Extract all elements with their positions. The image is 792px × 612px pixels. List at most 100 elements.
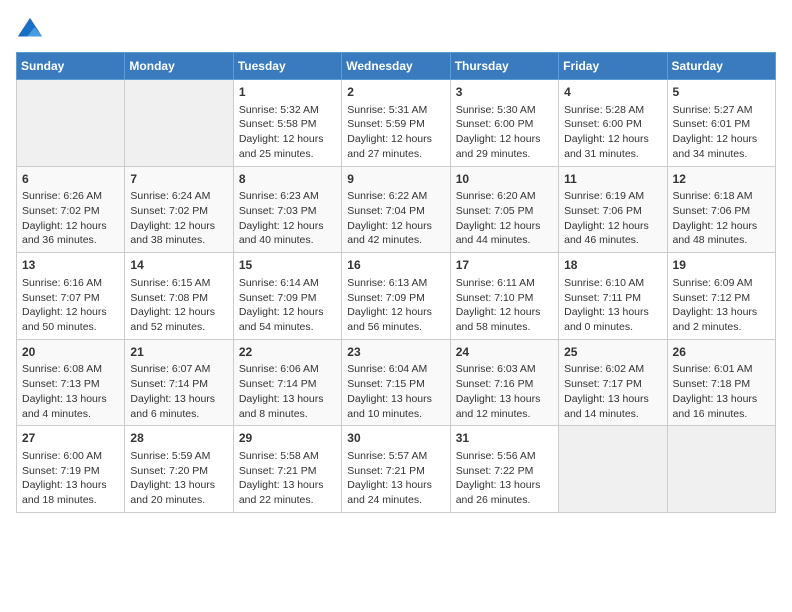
- daylight-text: Daylight: 13 hours and 6 minutes.: [130, 392, 227, 421]
- calendar-row: 6Sunrise: 6:26 AMSunset: 7:02 PMDaylight…: [17, 166, 776, 253]
- header-day: Wednesday: [342, 53, 450, 80]
- sunset-text: Sunset: 7:21 PM: [347, 464, 444, 479]
- sunrise-text: Sunrise: 5:56 AM: [456, 449, 553, 464]
- sunrise-text: Sunrise: 6:23 AM: [239, 189, 336, 204]
- sunrise-text: Sunrise: 6:18 AM: [673, 189, 770, 204]
- daylight-text: Daylight: 13 hours and 2 minutes.: [673, 305, 770, 334]
- calendar-cell: 20Sunrise: 6:08 AMSunset: 7:13 PMDayligh…: [17, 339, 125, 426]
- daylight-text: Daylight: 12 hours and 34 minutes.: [673, 132, 770, 161]
- day-number: 29: [239, 430, 336, 447]
- calendar-cell: 25Sunrise: 6:02 AMSunset: 7:17 PMDayligh…: [559, 339, 667, 426]
- sunset-text: Sunset: 7:09 PM: [347, 291, 444, 306]
- calendar-row: 20Sunrise: 6:08 AMSunset: 7:13 PMDayligh…: [17, 339, 776, 426]
- sunset-text: Sunset: 7:19 PM: [22, 464, 119, 479]
- sunrise-text: Sunrise: 6:22 AM: [347, 189, 444, 204]
- daylight-text: Daylight: 12 hours and 29 minutes.: [456, 132, 553, 161]
- calendar-cell: 13Sunrise: 6:16 AMSunset: 7:07 PMDayligh…: [17, 253, 125, 340]
- sunset-text: Sunset: 7:21 PM: [239, 464, 336, 479]
- calendar-cell: 15Sunrise: 6:14 AMSunset: 7:09 PMDayligh…: [233, 253, 341, 340]
- logo-icon: [16, 16, 44, 44]
- daylight-text: Daylight: 12 hours and 25 minutes.: [239, 132, 336, 161]
- sunset-text: Sunset: 6:00 PM: [564, 117, 661, 132]
- daylight-text: Daylight: 12 hours and 46 minutes.: [564, 219, 661, 248]
- calendar-cell: 27Sunrise: 6:00 AMSunset: 7:19 PMDayligh…: [17, 426, 125, 513]
- sunset-text: Sunset: 7:18 PM: [673, 377, 770, 392]
- daylight-text: Daylight: 13 hours and 4 minutes.: [22, 392, 119, 421]
- sunset-text: Sunset: 7:17 PM: [564, 377, 661, 392]
- sunrise-text: Sunrise: 5:59 AM: [130, 449, 227, 464]
- calendar-cell: 4Sunrise: 5:28 AMSunset: 6:00 PMDaylight…: [559, 80, 667, 167]
- calendar-header: SundayMondayTuesdayWednesdayThursdayFrid…: [17, 53, 776, 80]
- sunrise-text: Sunrise: 5:27 AM: [673, 103, 770, 118]
- sunrise-text: Sunrise: 5:58 AM: [239, 449, 336, 464]
- header-day: Tuesday: [233, 53, 341, 80]
- sunrise-text: Sunrise: 6:11 AM: [456, 276, 553, 291]
- daylight-text: Daylight: 12 hours and 50 minutes.: [22, 305, 119, 334]
- day-number: 4: [564, 84, 661, 101]
- sunset-text: Sunset: 7:20 PM: [130, 464, 227, 479]
- sunrise-text: Sunrise: 6:07 AM: [130, 362, 227, 377]
- sunset-text: Sunset: 7:06 PM: [564, 204, 661, 219]
- day-number: 9: [347, 171, 444, 188]
- day-number: 14: [130, 257, 227, 274]
- day-number: 25: [564, 344, 661, 361]
- sunrise-text: Sunrise: 6:24 AM: [130, 189, 227, 204]
- sunset-text: Sunset: 6:00 PM: [456, 117, 553, 132]
- calendar-cell: 31Sunrise: 5:56 AMSunset: 7:22 PMDayligh…: [450, 426, 558, 513]
- sunset-text: Sunset: 7:11 PM: [564, 291, 661, 306]
- daylight-text: Daylight: 12 hours and 48 minutes.: [673, 219, 770, 248]
- calendar-cell: 30Sunrise: 5:57 AMSunset: 7:21 PMDayligh…: [342, 426, 450, 513]
- sunset-text: Sunset: 7:02 PM: [130, 204, 227, 219]
- calendar-cell: 23Sunrise: 6:04 AMSunset: 7:15 PMDayligh…: [342, 339, 450, 426]
- sunrise-text: Sunrise: 6:08 AM: [22, 362, 119, 377]
- daylight-text: Daylight: 13 hours and 12 minutes.: [456, 392, 553, 421]
- sunset-text: Sunset: 7:14 PM: [239, 377, 336, 392]
- calendar-table: SundayMondayTuesdayWednesdayThursdayFrid…: [16, 52, 776, 513]
- calendar-cell: 22Sunrise: 6:06 AMSunset: 7:14 PMDayligh…: [233, 339, 341, 426]
- daylight-text: Daylight: 13 hours and 20 minutes.: [130, 478, 227, 507]
- day-number: 10: [456, 171, 553, 188]
- calendar-row: 1Sunrise: 5:32 AMSunset: 5:58 PMDaylight…: [17, 80, 776, 167]
- day-number: 5: [673, 84, 770, 101]
- daylight-text: Daylight: 13 hours and 0 minutes.: [564, 305, 661, 334]
- sunrise-text: Sunrise: 6:20 AM: [456, 189, 553, 204]
- day-number: 6: [22, 171, 119, 188]
- day-number: 31: [456, 430, 553, 447]
- calendar-cell: 17Sunrise: 6:11 AMSunset: 7:10 PMDayligh…: [450, 253, 558, 340]
- daylight-text: Daylight: 13 hours and 22 minutes.: [239, 478, 336, 507]
- sunset-text: Sunset: 7:15 PM: [347, 377, 444, 392]
- daylight-text: Daylight: 12 hours and 42 minutes.: [347, 219, 444, 248]
- daylight-text: Daylight: 12 hours and 56 minutes.: [347, 305, 444, 334]
- sunrise-text: Sunrise: 6:09 AM: [673, 276, 770, 291]
- day-number: 7: [130, 171, 227, 188]
- daylight-text: Daylight: 13 hours and 18 minutes.: [22, 478, 119, 507]
- daylight-text: Daylight: 13 hours and 14 minutes.: [564, 392, 661, 421]
- day-number: 12: [673, 171, 770, 188]
- day-number: 27: [22, 430, 119, 447]
- calendar-cell: 11Sunrise: 6:19 AMSunset: 7:06 PMDayligh…: [559, 166, 667, 253]
- day-number: 22: [239, 344, 336, 361]
- daylight-text: Daylight: 12 hours and 54 minutes.: [239, 305, 336, 334]
- day-number: 8: [239, 171, 336, 188]
- sunset-text: Sunset: 5:58 PM: [239, 117, 336, 132]
- sunrise-text: Sunrise: 6:26 AM: [22, 189, 119, 204]
- sunset-text: Sunset: 7:06 PM: [673, 204, 770, 219]
- sunset-text: Sunset: 7:12 PM: [673, 291, 770, 306]
- sunset-text: Sunset: 7:02 PM: [22, 204, 119, 219]
- day-number: 26: [673, 344, 770, 361]
- sunset-text: Sunset: 6:01 PM: [673, 117, 770, 132]
- day-number: 30: [347, 430, 444, 447]
- calendar-cell: 1Sunrise: 5:32 AMSunset: 5:58 PMDaylight…: [233, 80, 341, 167]
- sunrise-text: Sunrise: 6:03 AM: [456, 362, 553, 377]
- calendar-cell: [125, 80, 233, 167]
- sunrise-text: Sunrise: 5:31 AM: [347, 103, 444, 118]
- day-number: 17: [456, 257, 553, 274]
- calendar-cell: 26Sunrise: 6:01 AMSunset: 7:18 PMDayligh…: [667, 339, 775, 426]
- daylight-text: Daylight: 13 hours and 16 minutes.: [673, 392, 770, 421]
- calendar-body: 1Sunrise: 5:32 AMSunset: 5:58 PMDaylight…: [17, 80, 776, 513]
- calendar-cell: 9Sunrise: 6:22 AMSunset: 7:04 PMDaylight…: [342, 166, 450, 253]
- day-number: 3: [456, 84, 553, 101]
- calendar-cell: 16Sunrise: 6:13 AMSunset: 7:09 PMDayligh…: [342, 253, 450, 340]
- day-number: 2: [347, 84, 444, 101]
- daylight-text: Daylight: 13 hours and 26 minutes.: [456, 478, 553, 507]
